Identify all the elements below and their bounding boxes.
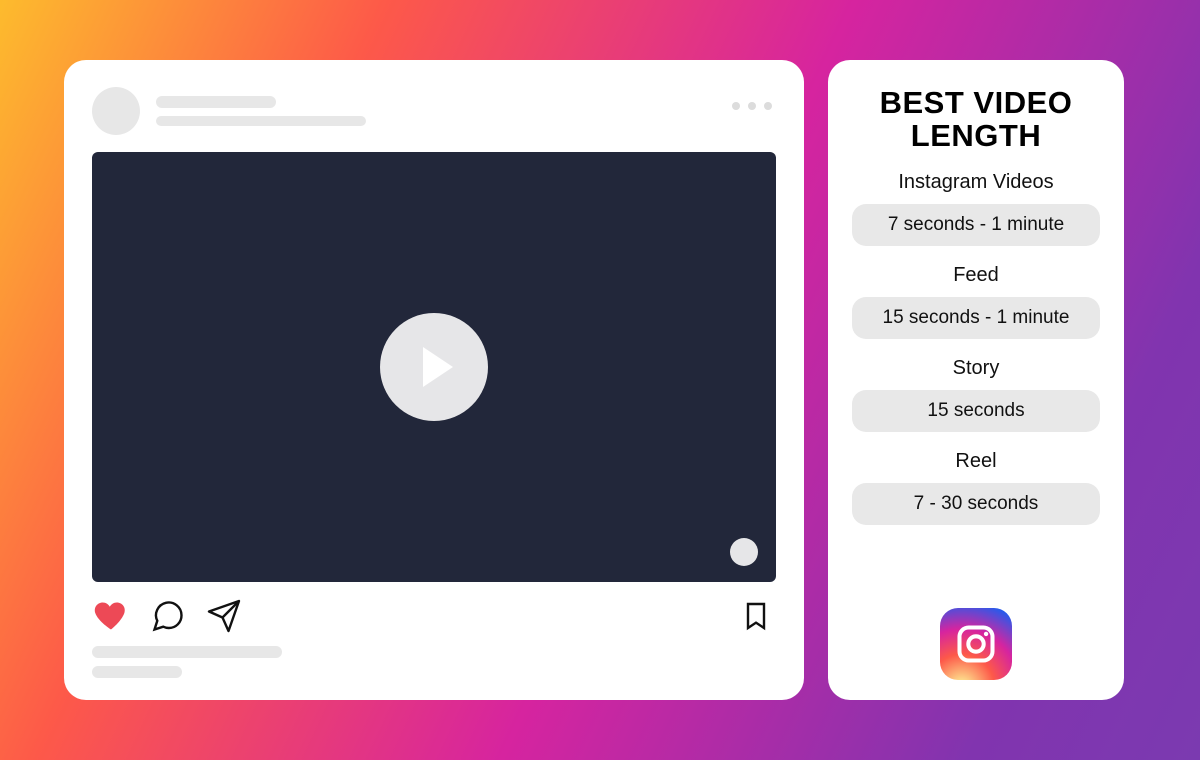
- group-value: 15 seconds: [852, 390, 1100, 432]
- group-label: Feed: [852, 264, 1100, 287]
- length-group-instagram-videos: Instagram Videos 7 seconds - 1 minute: [852, 171, 1100, 246]
- header-text-placeholder: [156, 96, 366, 126]
- length-group-story: Story 15 seconds: [852, 357, 1100, 432]
- info-sidebar: BEST VIDEO LENGTH Instagram Videos 7 sec…: [828, 60, 1124, 700]
- group-value: 7 seconds - 1 minute: [852, 204, 1100, 246]
- length-group-feed: Feed 15 seconds - 1 minute: [852, 264, 1100, 339]
- play-button[interactable]: [380, 313, 488, 421]
- play-icon: [423, 347, 453, 387]
- more-options-button[interactable]: [732, 102, 772, 110]
- group-label: Story: [852, 357, 1100, 380]
- heart-icon: [92, 598, 130, 634]
- bookmark-icon: [740, 598, 772, 634]
- caption-placeholder: [92, 646, 776, 678]
- like-button[interactable]: [92, 598, 130, 634]
- sidebar-title: BEST VIDEO LENGTH: [852, 86, 1100, 153]
- instagram-logo-icon: [940, 608, 1012, 680]
- group-value: 15 seconds - 1 minute: [852, 297, 1100, 339]
- group-label: Instagram Videos: [852, 171, 1100, 194]
- send-icon: [206, 598, 242, 634]
- share-button[interactable]: [206, 598, 242, 634]
- username-placeholder: [156, 96, 276, 108]
- comment-icon: [150, 598, 186, 634]
- instagram-post-card: [64, 60, 804, 700]
- post-header: [92, 84, 776, 138]
- avatar-placeholder: [92, 87, 140, 135]
- subtitle-placeholder: [156, 116, 366, 126]
- caption-line-2: [92, 666, 182, 678]
- group-label: Reel: [852, 450, 1100, 473]
- group-value: 7 - 30 seconds: [852, 483, 1100, 525]
- length-group-reel: Reel 7 - 30 seconds: [852, 450, 1100, 525]
- post-action-bar: [92, 596, 776, 636]
- video-corner-indicator: [730, 538, 758, 566]
- bookmark-button[interactable]: [740, 598, 772, 634]
- comment-button[interactable]: [150, 598, 186, 634]
- caption-line-1: [92, 646, 282, 658]
- video-preview[interactable]: [92, 152, 776, 582]
